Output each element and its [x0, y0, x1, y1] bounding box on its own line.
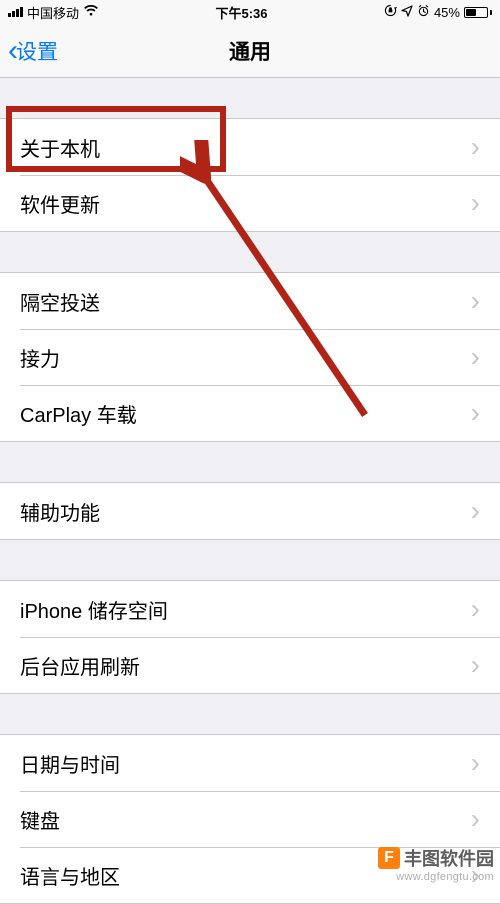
settings-row[interactable]: 日期与时间 ›	[0, 735, 500, 791]
row-label: 键盘	[20, 805, 60, 834]
row-label: iPhone 储存空间	[20, 595, 168, 624]
status-right: 45%	[384, 4, 492, 20]
row-label: CarPlay 车载	[20, 399, 137, 428]
status-bar: 中国移动 下午5:36 45%	[0, 0, 500, 24]
row-label: 软件更新	[20, 189, 100, 218]
location-icon	[401, 5, 413, 20]
settings-row[interactable]: 软件更新 ›	[0, 175, 500, 231]
carrier-label: 中国移动	[27, 3, 79, 22]
wifi-icon	[83, 5, 99, 20]
settings-group: 隔空投送 › 接力 › CarPlay 车载 ›	[0, 272, 500, 442]
status-left: 中国移动	[8, 3, 99, 22]
watermark-name: 丰图软件园	[404, 845, 494, 871]
signal-icon	[8, 7, 23, 17]
settings-row[interactable]: 接力 ›	[0, 329, 500, 385]
settings-group: 辅助功能 ›	[0, 482, 500, 540]
settings-row[interactable]: 辅助功能 ›	[0, 483, 500, 539]
chevron-right-icon: ›	[471, 497, 480, 525]
row-label: 接力	[20, 343, 60, 372]
chevron-right-icon: ›	[471, 595, 480, 623]
settings-row[interactable]: CarPlay 车载 ›	[0, 385, 500, 441]
clock-label: 下午5:36	[215, 3, 267, 22]
settings-list: 关于本机›软件更新›隔空投送›接力›CarPlay 车载›辅助功能›iPhone…	[0, 118, 500, 904]
settings-row[interactable]: 后台应用刷新 ›	[0, 637, 500, 693]
row-label: 后台应用刷新	[20, 651, 140, 680]
row-label: 语言与地区	[20, 861, 120, 890]
chevron-right-icon: ›	[471, 133, 480, 161]
settings-row[interactable]: 关于本机 ›	[0, 119, 500, 175]
watermark: F 丰图软件园 www.dgfengtu.com	[378, 845, 494, 883]
row-label: 日期与时间	[20, 749, 120, 778]
chevron-right-icon: ›	[471, 287, 480, 315]
battery-pct-label: 45%	[434, 5, 460, 20]
row-label: 辅助功能	[20, 497, 100, 526]
chevron-right-icon: ›	[471, 651, 480, 679]
watermark-url: www.dgfengtu.com	[396, 871, 494, 883]
chevron-right-icon: ›	[471, 343, 480, 371]
back-button[interactable]: ‹ 设置	[8, 36, 58, 66]
orientation-lock-icon	[384, 4, 397, 20]
chevron-right-icon: ›	[471, 749, 480, 777]
settings-row[interactable]: iPhone 储存空间 ›	[0, 581, 500, 637]
battery-icon	[464, 7, 492, 18]
settings-group: 关于本机 › 软件更新 ›	[0, 118, 500, 232]
settings-row[interactable]: 键盘 ›	[0, 791, 500, 847]
row-label: 隔空投送	[20, 287, 100, 316]
back-label: 设置	[16, 36, 58, 66]
nav-bar: ‹ 设置 通用	[0, 24, 500, 78]
settings-group: iPhone 储存空间 › 后台应用刷新 ›	[0, 580, 500, 694]
chevron-right-icon: ›	[471, 189, 480, 217]
settings-row[interactable]: 隔空投送 ›	[0, 273, 500, 329]
page-title: 通用	[0, 36, 500, 66]
chevron-right-icon: ›	[471, 805, 480, 833]
alarm-icon	[417, 4, 430, 20]
chevron-right-icon: ›	[471, 399, 480, 427]
watermark-logo-icon: F	[378, 847, 400, 869]
row-label: 关于本机	[20, 133, 100, 162]
